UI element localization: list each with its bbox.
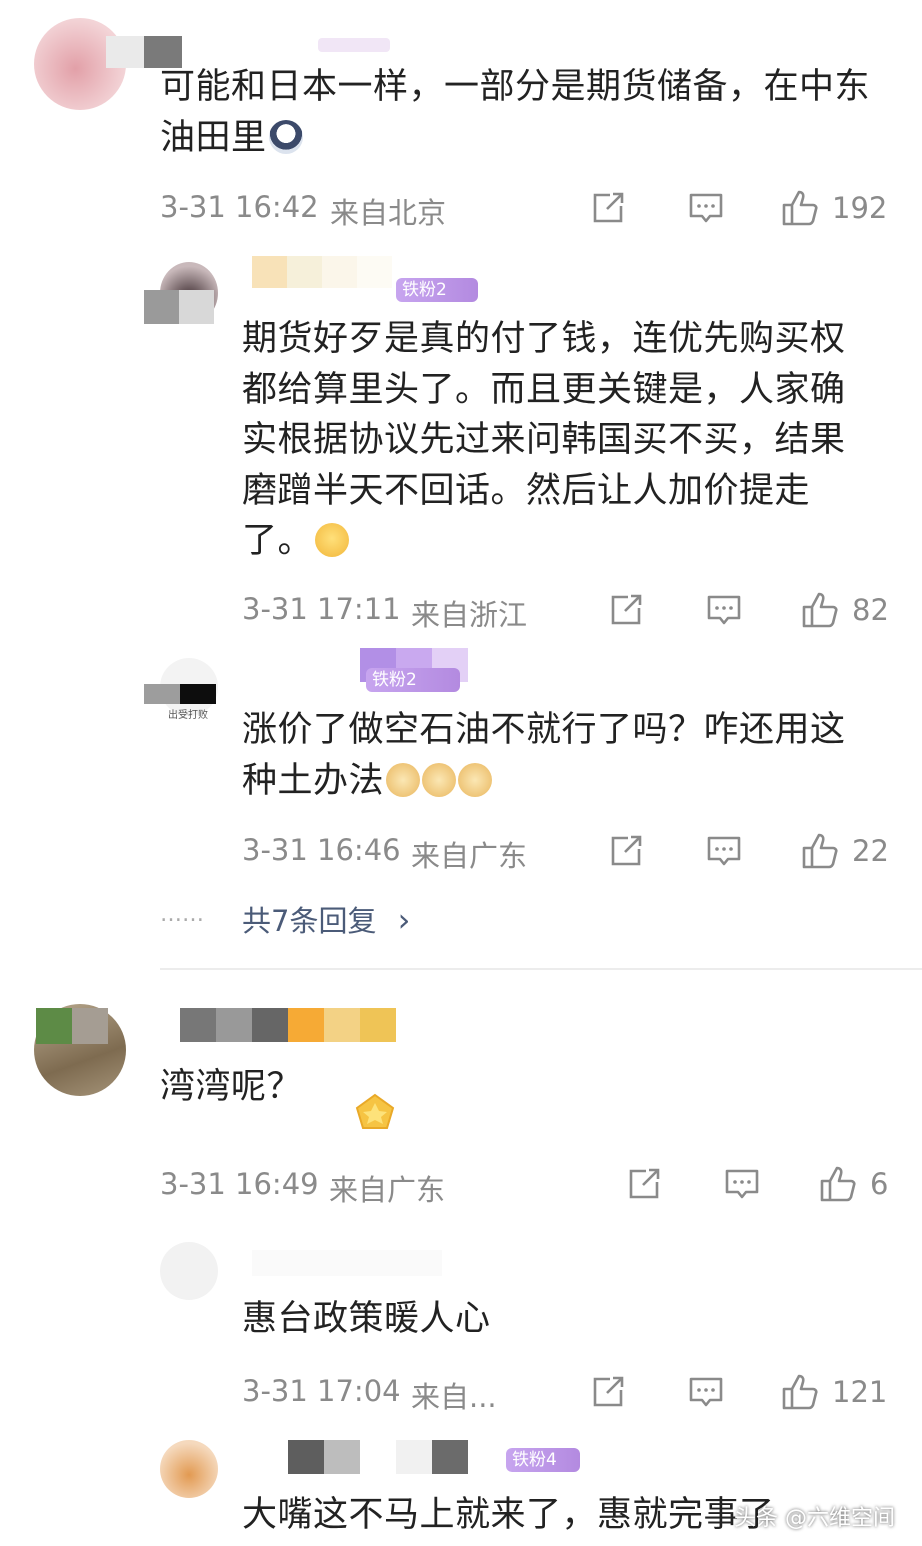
divider xyxy=(160,968,922,970)
more-replies-label: 共7条回复 xyxy=(242,904,377,938)
reply-time: 3-31 17:04 xyxy=(242,1374,401,1408)
comment-text: 湾湾呢？ xyxy=(160,1067,303,1107)
username-highlight xyxy=(318,38,390,52)
like-button[interactable]: 121 xyxy=(780,1372,887,1412)
fan-badge: 铁粉4 xyxy=(506,1448,580,1472)
share-icon[interactable] xyxy=(606,831,646,871)
avatar-mosaic xyxy=(144,684,216,704)
thumbs-up-icon xyxy=(782,1374,818,1410)
avatar[interactable] xyxy=(160,1242,218,1300)
thumbs-up-icon xyxy=(820,1166,856,1202)
comment-icon[interactable] xyxy=(722,1164,762,1204)
avatar-mosaic xyxy=(36,1008,108,1044)
comment-location: 来自广东 xyxy=(329,1173,446,1207)
share-icon[interactable] xyxy=(588,1372,628,1412)
comment-time: 3-31 16:42 xyxy=(160,190,319,224)
like-count: 6 xyxy=(870,1167,889,1201)
like-count: 22 xyxy=(852,834,889,868)
medal-icon xyxy=(350,1092,400,1132)
doge-emoji-icon xyxy=(458,762,493,797)
more-dots: …… xyxy=(160,902,204,927)
doge-emoji-icon xyxy=(386,762,421,797)
like-button[interactable]: 22 xyxy=(800,831,889,871)
chevron-right-icon: › xyxy=(397,901,411,939)
reply-text: 期货好歹是真的付了钱，连优先购买权都给算里头了。而且更关键是，人家确实根据协议先… xyxy=(242,319,846,561)
like-button[interactable]: 192 xyxy=(780,188,887,228)
comment-icon[interactable] xyxy=(686,1372,726,1412)
fan-badge: 铁粉2 xyxy=(396,278,478,302)
username-mosaic[interactable] xyxy=(252,256,392,288)
comment-icon[interactable] xyxy=(686,188,726,228)
reply-location: 来自浙江 xyxy=(411,598,528,632)
username-mosaic[interactable] xyxy=(252,1250,442,1276)
share-icon[interactable] xyxy=(624,1164,664,1204)
thumbs-up-icon xyxy=(782,190,818,226)
reply-location: 来自广东 xyxy=(411,839,528,873)
face-emoji-icon xyxy=(268,119,303,154)
username-mosaic[interactable] xyxy=(288,1440,468,1474)
like-button[interactable]: 82 xyxy=(800,590,889,630)
fan-badge: 铁粉2 xyxy=(366,668,460,692)
like-button[interactable]: 6 xyxy=(818,1164,888,1204)
view-more-replies-link[interactable]: 共7条回复 › xyxy=(242,898,410,940)
comment-time: 3-31 16:49 xyxy=(160,1167,319,1201)
reply-time: 3-31 16:46 xyxy=(242,833,401,867)
avatar[interactable] xyxy=(160,1440,218,1498)
comment-icon[interactable] xyxy=(704,831,744,871)
thumbs-up-icon xyxy=(802,592,838,628)
like-count: 192 xyxy=(832,191,888,225)
reply-location: 来自... xyxy=(411,1380,497,1414)
reply-text: 涨价了做空石油不就行了吗？咋还用这种土办法 xyxy=(242,710,846,801)
watermark: 头条 @六维空间 xyxy=(734,1506,895,1531)
comment-icon[interactable] xyxy=(704,590,744,630)
comment-location: 来自北京 xyxy=(330,196,447,230)
reply-time: 3-31 17:11 xyxy=(242,592,401,626)
doge-emoji-icon xyxy=(422,762,457,797)
like-count: 82 xyxy=(852,593,889,627)
reply-text: 惠台政策暖人心 xyxy=(242,1299,491,1339)
share-icon[interactable] xyxy=(588,188,628,228)
like-count: 121 xyxy=(832,1375,888,1409)
share-icon[interactable] xyxy=(606,590,646,630)
thumbs-up-icon xyxy=(802,833,838,869)
avatar-label: 出受打败 xyxy=(168,710,208,721)
avatar-mosaic xyxy=(144,290,214,324)
username-mosaic[interactable] xyxy=(180,1008,396,1042)
comment-text: 可能和日本一样，一部分是期货储备，在中东油田里 xyxy=(160,67,871,158)
laugh-cry-emoji-icon xyxy=(315,523,350,557)
